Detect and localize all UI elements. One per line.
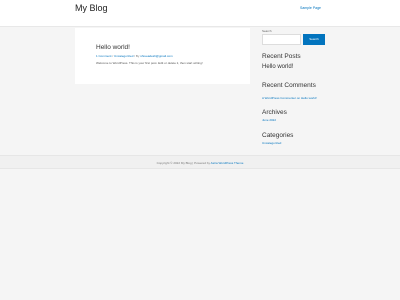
- post-meta: 1 Comment / Uncategorized / By shreeades…: [96, 54, 173, 58]
- post-category-link[interactable]: Uncategorized: [114, 54, 133, 58]
- archives-title: Archives: [262, 109, 287, 116]
- post-comments-link[interactable]: 1 Comment: [96, 54, 112, 58]
- category-item[interactable]: Uncategorized: [262, 141, 281, 145]
- post-excerpt: Welcome to WordPress. This is your first…: [96, 61, 203, 65]
- post-title[interactable]: Hello world!: [96, 44, 130, 51]
- nav-link-sample-page[interactable]: Sample Page: [300, 6, 321, 10]
- post-card: Hello world! 1 Comment / Uncategorized /…: [75, 28, 250, 84]
- site-footer: Copyright © 2022 My Blog | Powered by As…: [0, 155, 400, 169]
- site-title[interactable]: My Blog: [75, 3, 108, 13]
- search-label: Search: [262, 29, 272, 33]
- recent-posts-title: Recent Posts: [262, 53, 301, 60]
- categories-title: Categories: [262, 132, 294, 139]
- recent-comments-title: Recent Comments: [262, 82, 316, 89]
- recent-comment-item[interactable]: A WordPress Commenter on Hello world!: [262, 96, 317, 100]
- footer-text: Copyright © 2022 My Blog | Powered by As…: [0, 161, 400, 165]
- footer-theme-link[interactable]: Astra WordPress Theme: [211, 161, 244, 165]
- search-button[interactable]: Search: [303, 34, 325, 45]
- footer-copyright: Copyright © 2022 My Blog | Powered by: [156, 161, 211, 165]
- search-input[interactable]: [262, 34, 301, 45]
- archive-item[interactable]: June 2022: [262, 118, 276, 122]
- recent-post-item[interactable]: Hello world!: [262, 64, 293, 70]
- site-header: My Blog Sample Page: [0, 0, 400, 27]
- post-author-link[interactable]: shreeadesh@gmail.com: [140, 54, 172, 58]
